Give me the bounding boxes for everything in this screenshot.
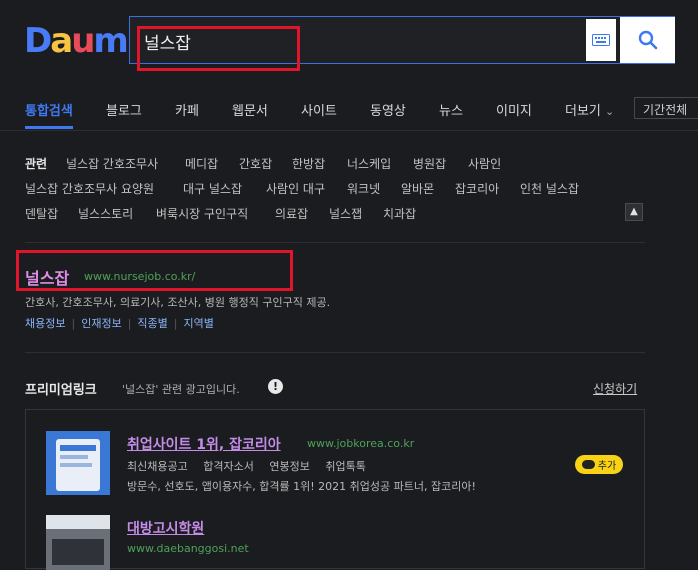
tab-images[interactable]: 이미지 bbox=[496, 100, 532, 119]
divider bbox=[25, 242, 645, 243]
tab-integrated[interactable]: 통합검색 bbox=[25, 100, 73, 119]
ad-links: 최신채용공고 합격자소서 연봉정보 취업톡톡 bbox=[127, 458, 366, 474]
search-button[interactable] bbox=[620, 17, 675, 63]
site-result-links: 채용정보 | 인재정보 | 직종별 | 지역별 bbox=[25, 315, 214, 331]
separator: | bbox=[173, 317, 178, 330]
add-button-label: 추가 bbox=[597, 461, 617, 472]
chevron-up-icon: ▲ bbox=[630, 206, 638, 217]
premium-link-title: 프리미엄링크 bbox=[25, 383, 97, 398]
apply-link[interactable]: 신청하기 bbox=[593, 380, 637, 397]
tab-more-label: 더보기 bbox=[565, 104, 601, 119]
related-item[interactable]: 워크넷 bbox=[347, 180, 380, 197]
tab-video[interactable]: 동영상 bbox=[370, 100, 406, 119]
info-icon[interactable]: ! bbox=[268, 379, 283, 394]
ad-thumbnail[interactable] bbox=[46, 431, 110, 495]
related-item[interactable]: 벼룩시장 구인구직 bbox=[156, 205, 248, 222]
period-filter-button[interactable]: 기간전체 bbox=[634, 97, 698, 119]
separator: | bbox=[71, 317, 76, 330]
chevron-down-icon: ⌄ bbox=[605, 105, 615, 118]
tab-blog[interactable]: 블로그 bbox=[106, 100, 142, 119]
site-link[interactable]: 인재정보 bbox=[81, 317, 121, 330]
chat-icon bbox=[581, 460, 595, 469]
tab-web-docs[interactable]: 웹문서 bbox=[232, 100, 268, 119]
related-item[interactable]: 대구 널스잡 bbox=[183, 180, 242, 197]
related-item[interactable]: 병원잡 bbox=[413, 155, 446, 172]
related-item[interactable]: 잡코리아 bbox=[455, 180, 499, 197]
divider bbox=[25, 352, 645, 353]
keyboard-icon[interactable] bbox=[586, 19, 616, 61]
site-link[interactable]: 지역별 bbox=[184, 317, 214, 330]
ad-link[interactable]: 합격자소서 bbox=[203, 460, 254, 473]
related-item[interactable]: 한방잡 bbox=[292, 155, 325, 172]
ad-url[interactable]: www.jobkorea.co.kr bbox=[307, 437, 414, 450]
daum-logo[interactable]: Daum bbox=[24, 24, 129, 58]
highlight-box-result bbox=[16, 250, 293, 291]
add-channel-button[interactable]: 추가 bbox=[575, 455, 623, 474]
ad-url[interactable]: www.daebanggosi.net bbox=[127, 542, 249, 555]
tab-cafe[interactable]: 카페 bbox=[175, 100, 199, 119]
search-icon bbox=[638, 30, 657, 50]
site-result-description: 간호사, 간호조무사, 의료기사, 조산사, 병원 행정직 구인구직 제공. bbox=[25, 296, 331, 309]
related-title: 관련 bbox=[25, 157, 48, 171]
search-tabs: 통합검색 블로그 카페 웹문서 사이트 동영상 뉴스 이미지 더보기 ⌄ 기간전… bbox=[0, 86, 698, 131]
ad-link[interactable]: 연봉정보 bbox=[269, 460, 309, 473]
related-item[interactable]: 너스케입 bbox=[347, 155, 391, 172]
active-tab-indicator bbox=[25, 126, 73, 129]
ad-thumbnail[interactable] bbox=[46, 515, 110, 570]
related-item[interactable]: 치과잡 bbox=[383, 205, 416, 222]
ad-link[interactable]: 최신채용공고 bbox=[127, 460, 188, 473]
related-item[interactable]: 널스잽 bbox=[329, 205, 362, 222]
related-item[interactable]: 의료잡 bbox=[275, 205, 308, 222]
site-link[interactable]: 채용정보 bbox=[25, 317, 65, 330]
collapse-related-button[interactable]: ▲ bbox=[625, 203, 643, 221]
ad-link[interactable]: 취업톡톡 bbox=[325, 460, 365, 473]
tab-more[interactable]: 더보기 ⌄ bbox=[565, 100, 614, 119]
related-item[interactable]: 사람인 대구 bbox=[266, 180, 325, 197]
related-item[interactable]: 널스잡 간호조무사 bbox=[66, 155, 158, 172]
tab-news[interactable]: 뉴스 bbox=[439, 100, 463, 119]
related-item[interactable]: 사람인 bbox=[468, 155, 501, 172]
related-item[interactable]: 간호잡 bbox=[239, 155, 272, 172]
ad-title[interactable]: 대방고시학원 bbox=[127, 518, 204, 538]
premium-ad-list: 취업사이트 1위, 잡코리아 www.jobkorea.co.kr 최신채용공고… bbox=[25, 409, 645, 570]
tab-site[interactable]: 사이트 bbox=[301, 100, 337, 119]
ad-description: 방문수, 선호도, 앱이용자수, 합격률 1위! 2021 취업성공 파트너, … bbox=[127, 480, 476, 493]
related-item[interactable]: 널스잡 간호조무사 요양원 bbox=[25, 180, 154, 197]
ad-title[interactable]: 취업사이트 1위, 잡코리아 bbox=[127, 434, 281, 454]
site-link[interactable]: 직종별 bbox=[137, 317, 167, 330]
premium-link-subtitle: '널스잡' 관련 광고입니다. bbox=[122, 383, 240, 396]
related-item[interactable]: 알바몬 bbox=[401, 180, 434, 197]
related-item[interactable]: 메디잡 bbox=[185, 155, 218, 172]
related-item[interactable]: 널스스토리 bbox=[78, 205, 133, 222]
related-item[interactable]: 인천 널스잡 bbox=[520, 180, 579, 197]
separator: | bbox=[127, 317, 132, 330]
highlight-box-search bbox=[137, 26, 300, 71]
related-item[interactable]: 덴탈잡 bbox=[25, 205, 58, 222]
